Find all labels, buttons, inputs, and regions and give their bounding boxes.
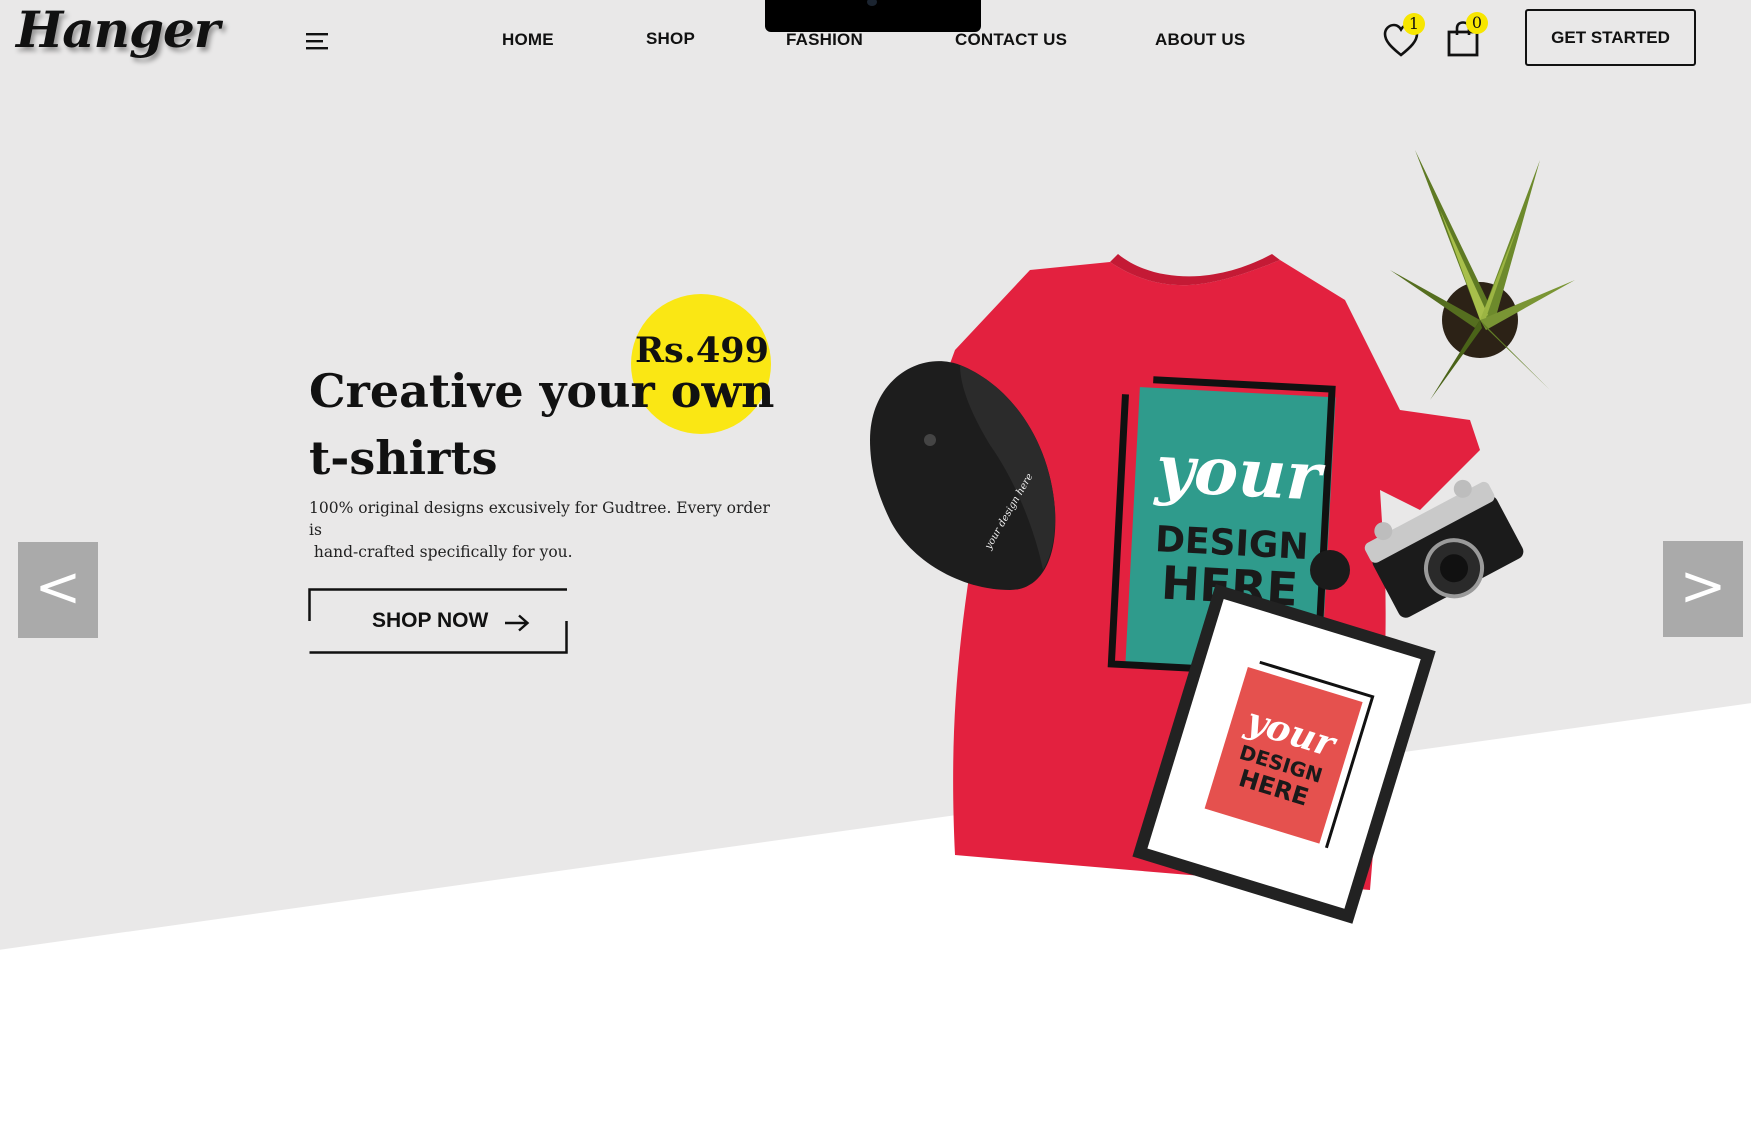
hero-headline-line-1: Creative your own	[309, 364, 775, 418]
hero-description-line-1: 100% original designs excusively for Gud…	[309, 499, 770, 539]
nav-item-home[interactable]: HOME	[502, 30, 554, 50]
nav-item-fashion[interactable]: FASHION	[786, 30, 863, 50]
nav-item-contact-us[interactable]: CONTACT US	[955, 30, 1067, 50]
cart-count-badge: 0	[1466, 12, 1488, 34]
hero-description: 100% original designs excusively for Gud…	[309, 497, 779, 563]
price-label: Rs.499	[634, 330, 770, 371]
wishlist-count-badge: 1	[1403, 13, 1425, 35]
hero-headline-line-2: t-shirts	[309, 431, 498, 485]
camera-notch	[765, 0, 981, 32]
arrow-right-icon	[505, 614, 530, 632]
lens-cap	[1310, 550, 1350, 590]
product-hero-image: your DESIGN HERE your design here your D…	[870, 150, 1575, 924]
nav-item-shop[interactable]: SHOP	[646, 29, 695, 49]
shop-now-label: SHOP NOW	[372, 609, 489, 632]
brand-logo[interactable]: Hanger	[16, 0, 220, 59]
hero-description-line-2: hand-crafted specifically for you.	[309, 543, 573, 561]
hero-headline: Creative your own t-shirts	[309, 358, 829, 492]
shirt-text-your: your	[1152, 429, 1327, 516]
get-started-button[interactable]: GET STARTED	[1525, 9, 1696, 66]
hamburger-menu-icon[interactable]	[306, 31, 330, 51]
nav-item-about-us[interactable]: ABOUT US	[1155, 30, 1245, 50]
shop-now-button[interactable]: SHOP NOW	[308, 588, 568, 654]
carousel-next-button[interactable]: >	[1663, 541, 1743, 637]
camera-dot	[867, 0, 877, 6]
potted-plant	[1390, 150, 1575, 400]
carousel-prev-button[interactable]: <	[18, 542, 98, 638]
